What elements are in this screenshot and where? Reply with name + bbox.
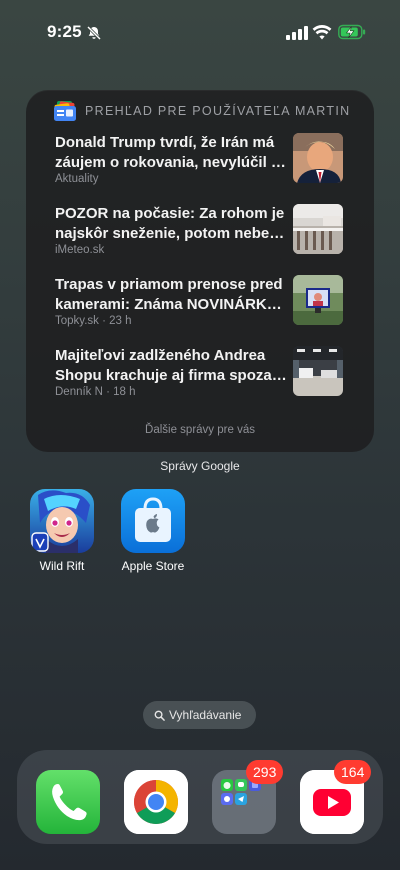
news-source: Aktuality: [55, 173, 99, 185]
youtube-badge: 164: [334, 760, 372, 784]
news-headline: Trapas v priamom prenose pred kamerami: …: [55, 275, 287, 314]
battery-charging-icon: [338, 24, 366, 40]
news-item[interactable]: POZOR na počasie: Za rohom je najskôr sn…: [55, 204, 347, 262]
search-label: Vyhľadávanie: [169, 708, 242, 722]
search-pill[interactable]: Vyhľadávanie: [143, 701, 256, 729]
app-label: Wild Rift: [39, 559, 85, 573]
headline-line: Trapas v priamom prenose pred: [55, 276, 283, 293]
news-thumbnail: [293, 346, 343, 396]
phone-app[interactable]: [36, 770, 100, 834]
news-source: iMeteo.sk: [55, 244, 105, 256]
google-news-widget[interactable]: PREHĽAD PRE POUŽÍVATEĽA MARTIN Donald Tr…: [26, 90, 374, 452]
headline-line: POZOR na počasie: Za rohom je: [55, 205, 285, 222]
news-source: Denník N · 18 h: [55, 386, 136, 398]
news-thumbnail: [293, 133, 343, 183]
headline-line: najskôr sneženie, potom nebezp...: [55, 224, 287, 242]
chrome-icon: [124, 770, 188, 834]
app-wild-rift[interactable]: Wild Rift: [22, 489, 102, 573]
headline-line: Majiteľovi zadlženého Andrea: [55, 347, 266, 364]
search-icon: [154, 710, 165, 721]
more-news-link[interactable]: Ďalšie správy pre vás: [26, 424, 374, 436]
wifi-icon: [312, 25, 332, 40]
widget-label: Správy Google: [160, 459, 240, 473]
chrome-app[interactable]: [124, 770, 188, 834]
bell-muted-icon: [86, 25, 102, 41]
news-item[interactable]: Majiteľovi zadlženého Andrea Shopu krach…: [55, 346, 347, 404]
app-label: Apple Store: [121, 559, 185, 573]
dock: [17, 750, 383, 844]
news-headline: Donald Trump tvrdí, že Irán má záujem o …: [55, 133, 287, 172]
news-item[interactable]: Trapas v priamom prenose pred kamerami: …: [55, 275, 347, 333]
headline-line: kamerami: Známa NOVINÁRKA v...: [55, 295, 287, 313]
app-apple-store[interactable]: Apple Store: [113, 489, 193, 573]
phone-icon: [36, 770, 100, 834]
google-news-logo-icon: [54, 101, 76, 121]
status-time: 9:25: [47, 22, 82, 41]
status-bar: 9:25: [0, 0, 400, 64]
widget-title: PREHĽAD PRE POUŽÍVATEĽA MARTIN: [85, 104, 351, 118]
headline-line: záujem o rokovania, nevylúčil pre...: [55, 153, 287, 171]
headline-line: Donald Trump tvrdí, že Irán má: [55, 134, 275, 151]
news-source: Topky.sk · 23 h: [55, 315, 132, 327]
folder-badge: 293: [246, 760, 284, 784]
news-headline: POZOR na počasie: Za rohom je najskôr sn…: [55, 204, 287, 243]
apple-store-icon: [121, 489, 185, 553]
news-headline: Majiteľovi zadlženého Andrea Shopu krach…: [55, 346, 287, 385]
news-item[interactable]: Donald Trump tvrdí, že Irán má záujem o …: [55, 133, 347, 191]
wild-rift-icon: [30, 489, 94, 553]
news-thumbnail: [293, 204, 343, 254]
headline-line: Shopu krachuje aj firma spoza pr...: [55, 366, 287, 384]
news-thumbnail: [293, 275, 343, 325]
cellular-signal-icon: [286, 26, 308, 40]
widget-header: PREHĽAD PRE POUŽÍVATEĽA MARTIN: [54, 100, 374, 122]
